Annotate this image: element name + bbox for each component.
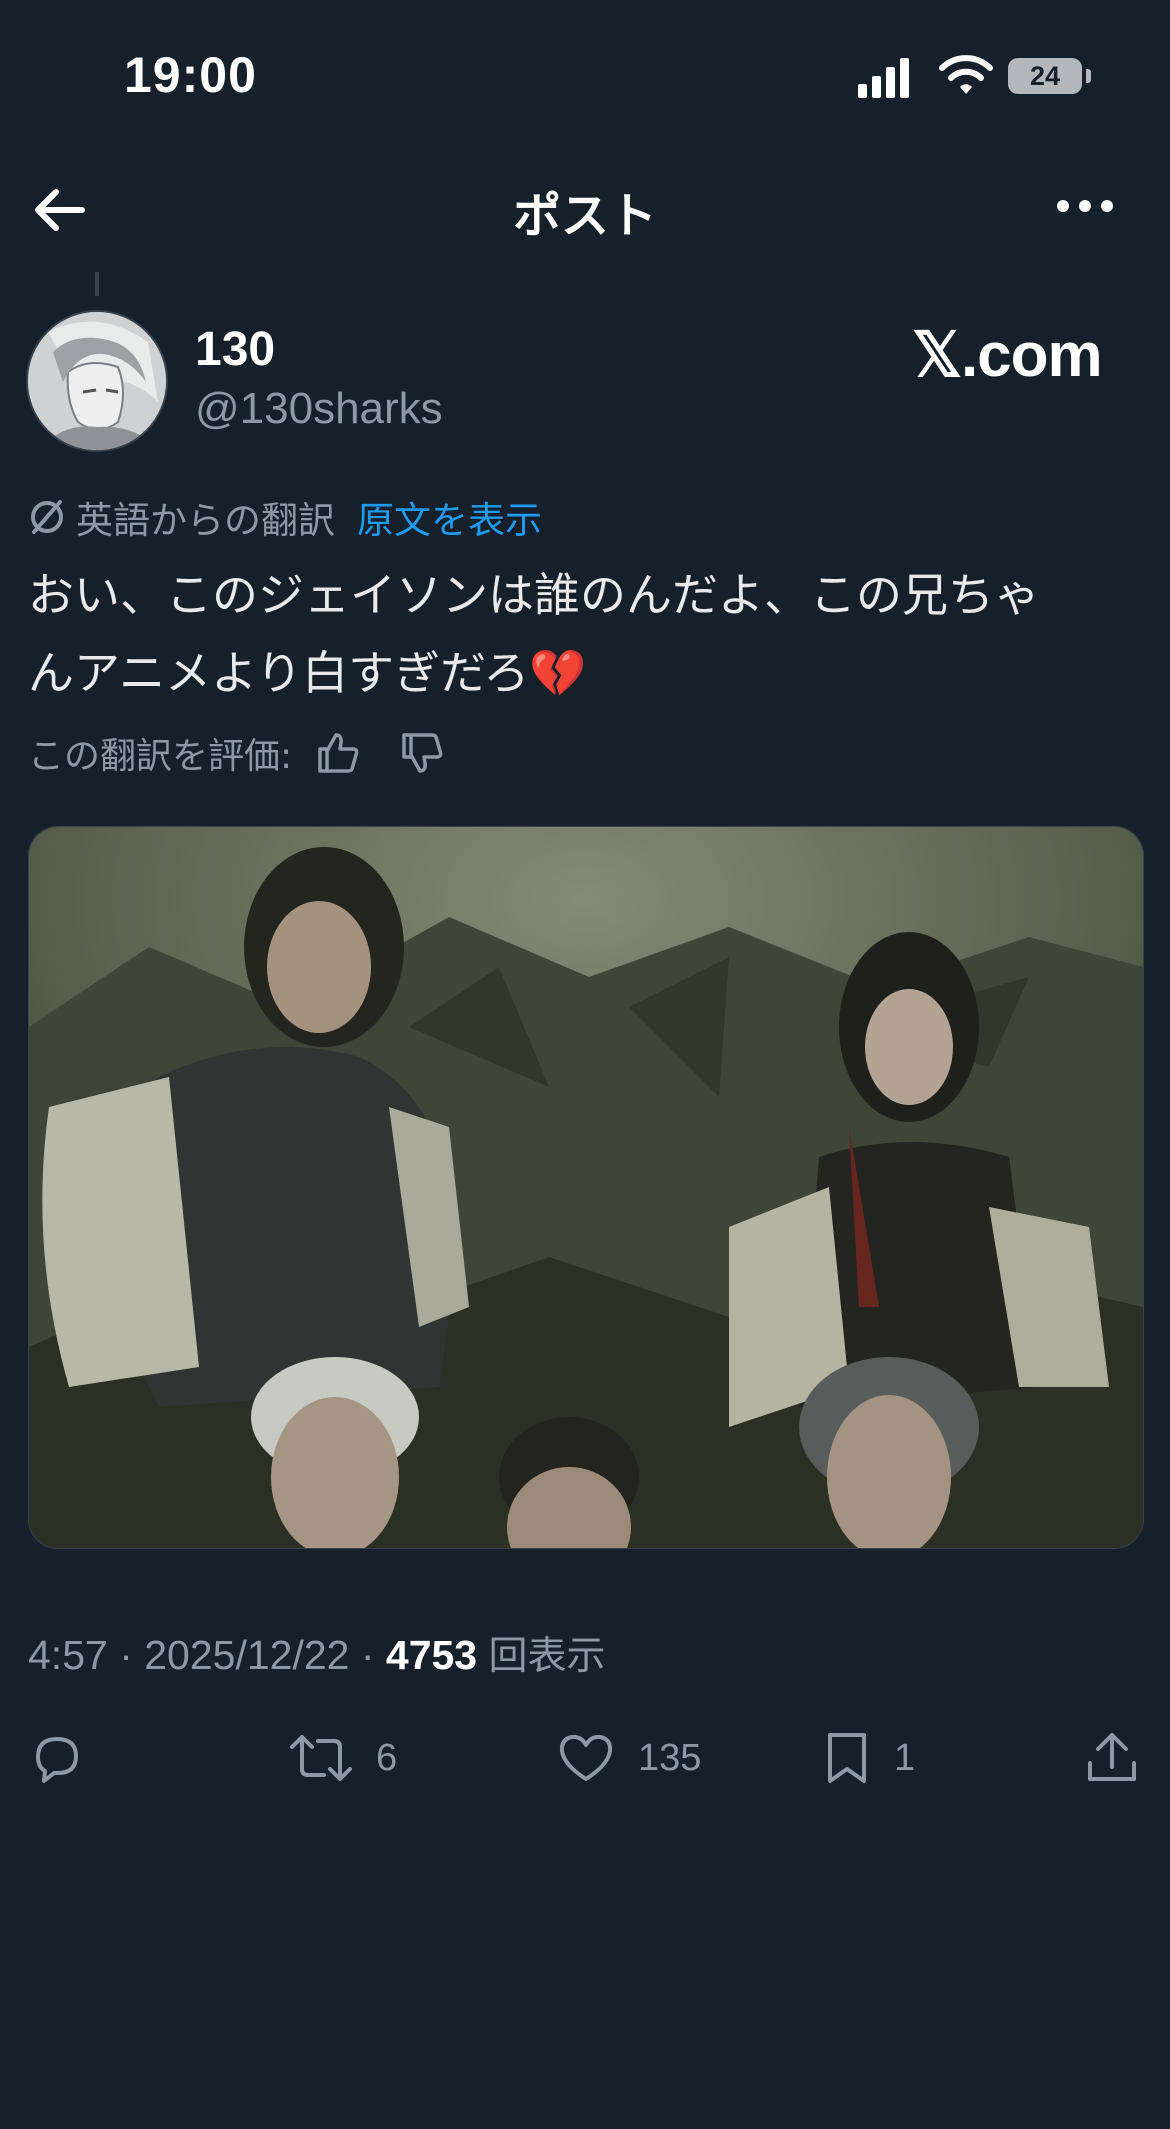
more-horizontal-icon — [1057, 200, 1113, 212]
like-button[interactable]: 135 — [556, 1728, 701, 1788]
post-time: 4:57 — [28, 1632, 108, 1678]
bookmark-icon — [828, 1733, 866, 1783]
status-icons: 24 — [850, 52, 1091, 102]
avatar[interactable] — [26, 310, 168, 452]
author-handle[interactable]: @130sharks — [195, 384, 443, 434]
battery-indicator: 24 — [1008, 58, 1082, 94]
post-date: 2025/12/22 — [144, 1632, 350, 1678]
reply-icon — [36, 1737, 78, 1783]
view-count: 4753 — [385, 1632, 478, 1678]
like-count: 135 — [638, 1736, 702, 1779]
share-button[interactable] — [1084, 1728, 1140, 1788]
bookmark-count: 1 — [894, 1736, 916, 1779]
author-display-name[interactable]: 130 — [195, 322, 275, 377]
rate-translation: この翻訳を評価: — [28, 726, 446, 780]
reply-button[interactable] — [28, 1728, 86, 1788]
translate-icon — [31, 500, 63, 534]
thread-connector — [95, 272, 99, 296]
translation-label: 英語からの翻訳 — [76, 499, 335, 542]
battery-cap — [1086, 69, 1091, 83]
retweet-button[interactable]: 6 — [288, 1728, 397, 1788]
more-options-button[interactable] — [1055, 186, 1115, 226]
retweet-icon — [290, 1735, 352, 1781]
status-time: 19:00 — [124, 47, 257, 103]
show-original-link[interactable]: 原文を表示 — [357, 490, 542, 544]
thumbs-down-button[interactable] — [398, 729, 446, 777]
translation-info: 英語からの翻訳 原文を表示 — [28, 494, 542, 542]
post-text: おい、このジェイソンは誰のんだよ、この兄ちゃ んアニメより白すぎだろ💔 — [28, 568, 1040, 700]
x-com-watermark: 𝕏.com — [912, 321, 1103, 390]
cellular-signal-icon — [858, 58, 909, 98]
share-icon — [1088, 1733, 1136, 1781]
thumbs-up-icon — [318, 733, 359, 773]
wifi-icon — [939, 55, 993, 94]
post-image[interactable] — [28, 826, 1144, 1549]
heart-icon — [559, 1734, 613, 1781]
retweet-count: 6 — [376, 1736, 398, 1779]
post-metadata: 4:57 · 2025/12/22 · 4753 回表示 — [28, 1632, 606, 1679]
rate-translation-label: この翻訳を評価: — [28, 736, 293, 777]
bookmark-button[interactable]: 1 — [822, 1728, 915, 1788]
page-title: ポスト — [512, 188, 657, 244]
thumbs-down-icon — [402, 733, 443, 773]
view-count-label: 回表示 — [488, 1634, 606, 1679]
thumbs-up-button[interactable] — [314, 729, 362, 777]
